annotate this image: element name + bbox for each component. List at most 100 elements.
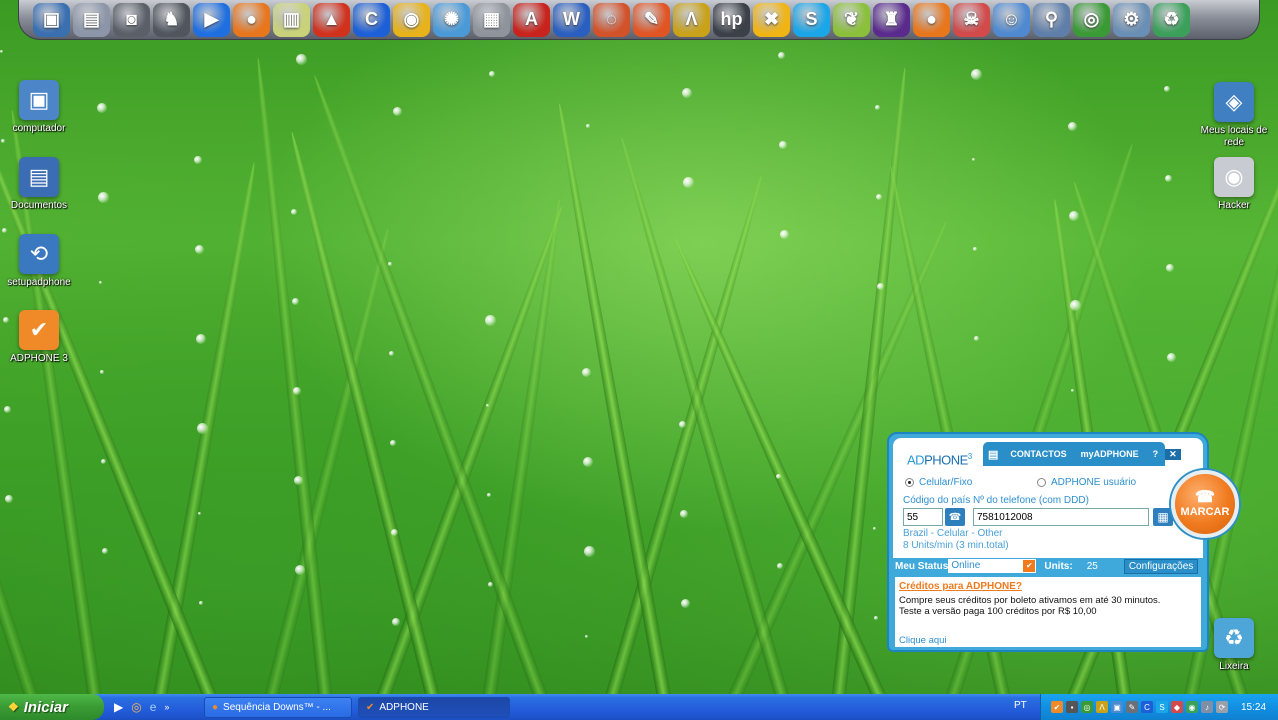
- firefox-icon[interactable]: ●: [233, 2, 270, 37]
- clock: 15:24: [1241, 701, 1267, 713]
- tray-skype-icon[interactable]: S: [1156, 701, 1168, 713]
- promo-line-1: Compre seus créditos por boleto ativamos…: [899, 595, 1161, 606]
- promo-line-2: Teste a versão paga 100 créditos por R$ …: [899, 606, 1097, 617]
- tray-chrome-icon[interactable]: ◎: [1081, 701, 1093, 713]
- tray-adphone-icon[interactable]: ✔: [1051, 701, 1063, 713]
- tray-shield-icon[interactable]: ◆: [1171, 701, 1183, 713]
- desktop-icon-label: Meus locais de rede: [1200, 125, 1268, 148]
- hacker-figure-icon[interactable]: ♞: [153, 2, 190, 37]
- ie-quick-icon[interactable]: e: [150, 700, 157, 714]
- desktop-icon-label: setupadphone: [7, 277, 71, 288]
- tray-tool-icon[interactable]: ✎: [1126, 701, 1138, 713]
- units-value: 25: [1086, 560, 1098, 572]
- desktop-glyph-icon: ⟲: [19, 234, 59, 274]
- search-icon[interactable]: ⚲: [1033, 2, 1070, 37]
- status-bar: Meu Status Online ✔ Units: 25 Configuraç…: [893, 556, 1203, 576]
- leaf-icon[interactable]: ❦: [833, 2, 870, 37]
- tray-update-icon[interactable]: ⟳: [1216, 701, 1228, 713]
- c-app-icon[interactable]: C: [353, 2, 390, 37]
- skype-icon[interactable]: S: [793, 2, 830, 37]
- radio-cell-fixed[interactable]: [905, 478, 914, 487]
- adphone-frame: ADPHONE3 Celular/Fixo ADPHONE usuário Có…: [887, 432, 1209, 652]
- task-button-adphone[interactable]: ✔ ADPHONE: [358, 697, 510, 718]
- printer-icon[interactable]: ▦: [473, 2, 510, 37]
- help-button[interactable]: ?: [1146, 449, 1166, 459]
- firefox-icon: ●: [212, 702, 219, 713]
- users-icon[interactable]: ☺: [993, 2, 1030, 37]
- radio-adphone-user[interactable]: [1037, 478, 1046, 487]
- tools-icon[interactable]: ✖: [753, 2, 790, 37]
- tray-network-icon[interactable]: ▣: [1111, 701, 1123, 713]
- quick-launch-more-icon[interactable]: »: [164, 702, 169, 712]
- desktop-icon-setupadphone[interactable]: ⟲ setupadphone: [0, 234, 78, 289]
- desktop-glyph-icon: ✔: [19, 310, 59, 350]
- word-icon[interactable]: W: [553, 2, 590, 37]
- tab-contacts[interactable]: CONTACTOS: [1003, 449, 1073, 459]
- desktop-icon-label: Documentos: [10, 200, 68, 211]
- destination-info: Brazil - Celular - Other: [903, 528, 1003, 539]
- burn-icon[interactable]: ▲: [313, 2, 350, 37]
- tray-antivirus-icon[interactable]: Λ: [1096, 701, 1108, 713]
- octopus-icon[interactable]: ☠: [953, 2, 990, 37]
- radio-cell-fixed-label: Celular/Fixo: [919, 477, 973, 488]
- close-icon[interactable]: ✕: [1165, 448, 1181, 460]
- settings-button[interactable]: Configurações: [1123, 558, 1199, 574]
- task-button-firefox[interactable]: ● Sequência Downs™ - ...: [204, 697, 352, 718]
- adphone-widget: ADPHONE3 Celular/Fixo ADPHONE usuário Có…: [887, 426, 1250, 652]
- desktop-icon-hacker[interactable]: ◉ Hacker: [1195, 157, 1273, 212]
- units-label: Units:: [1044, 560, 1073, 572]
- recycle-icon[interactable]: ♻: [1153, 2, 1190, 37]
- phone-icon: ☎: [1195, 489, 1215, 506]
- settings-icon[interactable]: ⚙: [1113, 2, 1150, 37]
- radio-adphone-user-label: ADPHONE usuário: [1051, 477, 1137, 488]
- desktop-glyph-icon: ▣: [19, 80, 59, 120]
- avast-icon[interactable]: Λ: [673, 2, 710, 37]
- notes-icon[interactable]: ▥: [273, 2, 310, 37]
- paint-icon[interactable]: ✎: [633, 2, 670, 37]
- media-player-quick-icon[interactable]: ▶: [114, 700, 123, 714]
- acrobat-icon[interactable]: A: [513, 2, 550, 37]
- desktop-icon-adphone-3[interactable]: ✔ ADPHONE 3: [0, 310, 78, 365]
- my-status-label: Meu Status: [895, 560, 949, 572]
- camera-icon[interactable]: ◙: [113, 2, 150, 37]
- chevron-down-icon: ✔: [1023, 560, 1036, 572]
- country-code-label: Código do país: [903, 495, 971, 506]
- desktop-icon-label: Lixeira: [1219, 661, 1249, 672]
- monitor-icon[interactable]: ▣: [33, 2, 70, 37]
- keypad-icon[interactable]: ▦: [1153, 508, 1173, 526]
- tab-myadphone[interactable]: myADPHONE: [1074, 449, 1146, 459]
- purple-figure-icon[interactable]: ♜: [873, 2, 910, 37]
- rate-info: 8 Units/min (3 min.total): [903, 540, 1009, 551]
- hp-icon[interactable]: hp: [713, 2, 750, 37]
- system-tray: ✔ ▪ ◎ Λ ▣ ✎ C S ◆ ◉ ♪ ⟳ 15:24: [1040, 694, 1278, 720]
- chrome-quick-icon[interactable]: ◎: [131, 700, 141, 714]
- windows-logo-icon: ❖: [8, 700, 19, 714]
- disc-icon[interactable]: ◉: [393, 2, 430, 37]
- photo-icon[interactable]: ◌: [593, 2, 630, 37]
- documents-icon[interactable]: ▤: [73, 2, 110, 37]
- tray-volume-icon[interactable]: ♪: [1201, 701, 1213, 713]
- desktop-glyph-icon: ▤: [19, 157, 59, 197]
- start-button[interactable]: ❖ Iniciar: [0, 694, 104, 720]
- country-code-input[interactable]: [903, 508, 943, 526]
- tray-app-icon[interactable]: ▪: [1066, 701, 1078, 713]
- tray-safe-remove-icon[interactable]: ◉: [1186, 701, 1198, 713]
- chrome-icon[interactable]: ◎: [1073, 2, 1110, 37]
- desktop-icon-computador[interactable]: ▣ computador: [0, 80, 78, 135]
- status-select[interactable]: Online ✔: [948, 559, 1037, 573]
- promo-title[interactable]: Créditos para ADPHONE?: [899, 581, 1197, 592]
- firefox-2-icon[interactable]: ●: [913, 2, 950, 37]
- promo-link[interactable]: Clique aqui: [899, 635, 1197, 646]
- desktop-icon-meus-locais-de-rede[interactable]: ◈ Meus locais de rede: [1195, 82, 1273, 149]
- desktop-icon-documentos[interactable]: ▤ Documentos: [0, 157, 78, 212]
- tray-c-icon[interactable]: C: [1141, 701, 1153, 713]
- desktop-glyph-icon: ◉: [1214, 157, 1254, 197]
- dialpad-icon[interactable]: ☎: [945, 508, 965, 526]
- media-player-icon[interactable]: ▶: [193, 2, 230, 37]
- adphone-icon: ✔: [366, 702, 375, 713]
- call-button[interactable]: ☎ MARCAR: [1171, 470, 1239, 538]
- top-dock: ▣ ▤ ◙ ♞ ▶ ● ▥ ▲ C ◉ ✺ ▦ A W ◌ ✎ Λhp ✖ S ❦ ♜ ● ☠ ☺ ⚲ ◎ ⚙ ♻: [18, 0, 1260, 40]
- molecule-icon[interactable]: ✺: [433, 2, 470, 37]
- language-indicator[interactable]: PT: [1014, 700, 1027, 711]
- phone-number-input[interactable]: [973, 508, 1149, 526]
